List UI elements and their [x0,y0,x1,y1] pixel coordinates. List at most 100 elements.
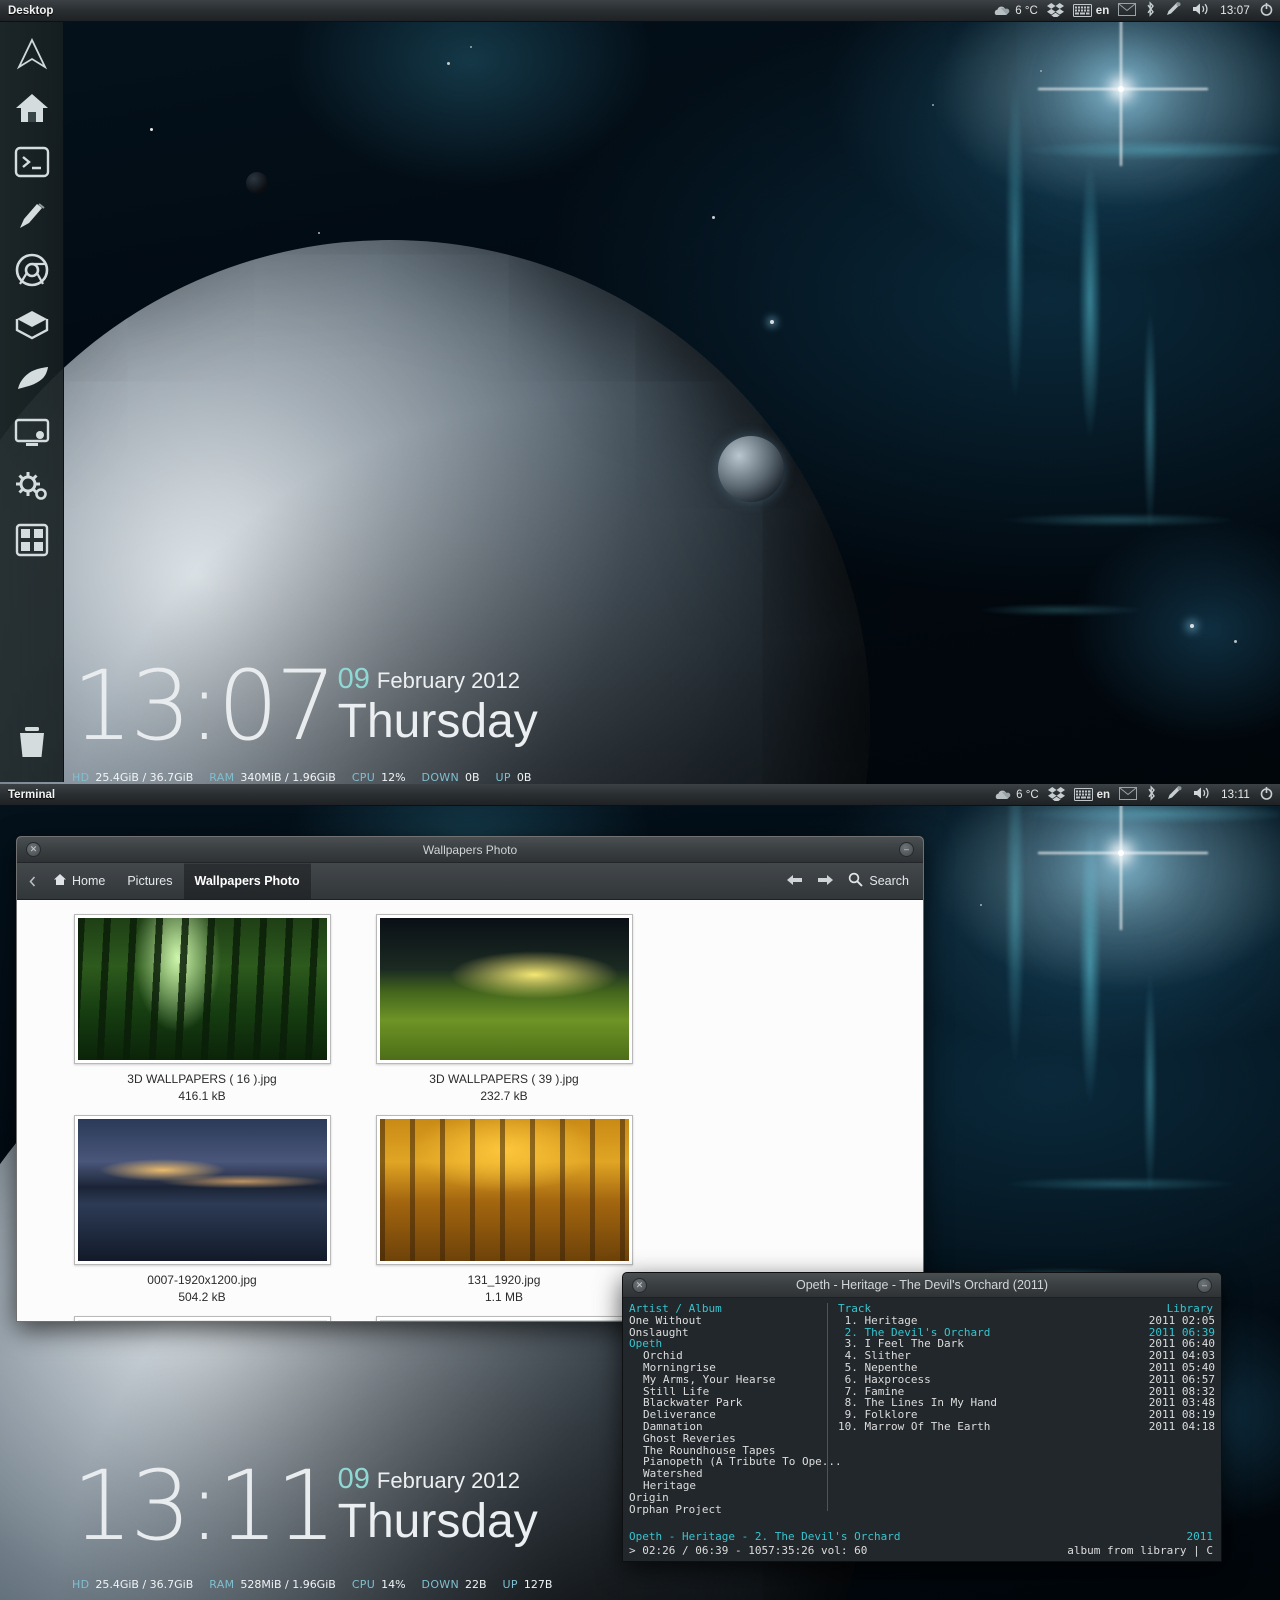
keyboard-icon [1072,4,1092,17]
file-item[interactable]: 3D WALLPAPERS ( 16 ).jpg 416.1 kB [51,914,353,1103]
artist-list-item[interactable]: Orphan Project [629,1503,827,1516]
minimize-icon[interactable]: – [899,842,914,857]
artist-list-item[interactable]: My Arms, Your Hearse [629,1373,827,1386]
track-list-item[interactable]: 1. Heritage 2011 02:05 [838,1314,1215,1327]
top-panel-1[interactable]: Desktop 6 °C en 13:07 [0,0,1280,22]
file-manager-content[interactable]: 3D WALLPAPERS ( 16 ).jpg 416.1 kB 3D WALLP… [17,900,923,1321]
dock-item-trash[interactable] [10,720,54,764]
track-title: 6. Haxprocess [838,1372,931,1386]
pen-icon[interactable] [1165,1,1183,20]
dock-item-compass[interactable] [10,32,54,76]
pen-icon[interactable] [1166,785,1184,804]
search-button[interactable]: Search [848,872,909,890]
track-meta: 2011 06:57 [1148,1372,1215,1386]
weather-indicator[interactable]: 6 °C [992,4,1038,18]
panel-clock-2[interactable]: 13:11 [1221,789,1250,801]
track-list-item[interactable]: 5. Nepenthe 2011 05:40 [838,1362,1215,1374]
file-item[interactable]: 3D WALLPAPERS ( 39 ).jpg 232.7 kB [353,914,655,1103]
artist-list[interactable]: One Without Onslaught Opeth Orchid Morningri… [629,1314,842,1516]
file-name: 131_1920.jpg [467,1273,541,1287]
music-player-window[interactable]: ✕ Opeth - Heritage - The Devil's Orchard… [622,1272,1222,1562]
dock-item-terminal[interactable] [10,140,54,184]
file-manager-toolbar[interactable]: Home Pictures Wallpapers Photo Search [17,863,923,900]
pathbar-scroll-left-icon[interactable] [23,863,42,899]
dropbox-icon[interactable] [1047,786,1065,804]
volume-icon[interactable] [1192,2,1211,19]
dock-item-screenshot[interactable] [10,410,54,454]
bluetooth-icon[interactable] [1146,785,1157,804]
file-manager-toolbar-right[interactable]: Search [786,863,917,899]
track-list-item[interactable]: 10. Marrow Of The Earth 2011 04:18 [838,1421,1215,1433]
top-panel-2[interactable]: Terminal 6 °C en 13:11 [0,784,1280,806]
breadcrumb-home[interactable]: Home [42,863,116,899]
track-list[interactable]: 1. Heritage 2011 02:05 2. The Devil's Orc… [838,1314,1215,1433]
file-grid[interactable]: 3D WALLPAPERS ( 16 ).jpg 416.1 kB 3D WALLP… [17,914,923,1321]
file-item[interactable]: 133_1920.jpg361.9 kB [51,1316,353,1321]
file-thumbnail-frame[interactable] [73,914,331,1064]
forward-arrow-icon[interactable] [817,873,834,890]
power-icon[interactable] [1259,786,1274,804]
file-name: 3D WALLPAPERS ( 16 ).jpg [127,1072,277,1086]
music-player-body[interactable]: Artist / Album One Without Onslaught Opeth… [623,1298,1221,1561]
bluetooth-icon[interactable] [1145,1,1156,20]
application-dock[interactable] [0,22,64,782]
keyboard-layout-indicator-2[interactable]: en [1073,788,1110,801]
dock-item-gimp[interactable] [10,194,54,238]
dock-item-home-folder[interactable] [10,86,54,130]
panel-window-title[interactable]: Desktop [0,5,53,17]
back-arrow-icon[interactable] [786,873,803,890]
file-manager-window[interactable]: ✕ Wallpapers Photo – Home Pictures Wallp… [16,836,924,1322]
file-size: 1.1 MB [484,1290,523,1304]
file-thumbnail-frame[interactable] [375,1115,633,1265]
file-size: 232.7 kB [480,1089,528,1103]
dock-item-chromium[interactable] [10,248,54,292]
breadcrumb-pictures[interactable]: Pictures [116,863,183,899]
artist-list-item[interactable]: One Without [629,1314,827,1327]
file-thumbnail-frame[interactable] [73,1115,331,1265]
mail-icon[interactable] [1118,2,1137,19]
stat-value-ram: 528MiB / 1.96GiB [240,1578,336,1591]
now-playing-year: 2011 [1186,1530,1214,1544]
dock-item-applications-grid[interactable] [10,518,54,562]
music-player-title: Opeth - Heritage - The Devil's Orchard (… [795,1278,1049,1292]
close-icon[interactable]: ✕ [632,1277,647,1293]
conky-day-2: 09 [337,1463,370,1496]
file-thumbnail-frame[interactable] [375,914,633,1064]
panel-clock[interactable]: 13:07 [1220,5,1250,17]
dropbox-icon[interactable] [1046,2,1064,20]
keyboard-layout-indicator[interactable]: en [1072,4,1109,17]
close-icon[interactable]: ✕ [26,842,41,857]
volume-icon[interactable] [1193,786,1212,803]
artist-list-item[interactable]: Morningrise [629,1362,827,1374]
artist-list-item[interactable]: Damnation [629,1421,827,1433]
stat-label-ram: RAM [209,1578,235,1591]
file-item[interactable]: 0007-1920x1200.jpg 504.2 kB [51,1115,353,1304]
weather-indicator-2[interactable]: 6 °C [993,788,1039,802]
artist-list-item[interactable]: Heritage [629,1480,827,1492]
track-meta: 2011 04:18 [1148,1419,1215,1433]
dock-item-archive-box[interactable] [10,302,54,346]
mail-icon[interactable] [1119,786,1138,803]
artist-album-column[interactable]: Artist / Album One Without Onslaught Opeth… [629,1303,842,1515]
dock-item-settings[interactable] [10,464,54,508]
breadcrumb-wallpapers-photo[interactable]: Wallpapers Photo [183,863,311,899]
panel-window-title-2[interactable]: Terminal [0,789,55,801]
dock-item-feather[interactable] [10,356,54,400]
file-thumbnail-frame[interactable] [375,1316,633,1321]
stat-value-hd: 25.4GiB / 36.7GiB [95,1578,194,1591]
file-manager-titlebar[interactable]: ✕ Wallpapers Photo – [17,837,923,863]
temperature-label: 6 °C [1015,4,1038,17]
breadcrumb-home-label: Home [72,874,106,888]
file-item[interactable] [353,1316,655,1321]
file-item[interactable]: 131_1920.jpg 1.1 MB [353,1115,655,1304]
file-thumbnail-frame[interactable] [73,1316,331,1321]
track-column[interactable]: Track 1. Heritage 2011 02:05 2. The Devil… [827,1303,1215,1511]
music-player-titlebar[interactable]: ✕ Opeth - Heritage - The Devil's Orchard… [623,1273,1221,1298]
minimize-icon[interactable]: – [1197,1277,1212,1293]
artist-list-item[interactable]: Origin [629,1491,827,1504]
system-tray-1[interactable]: 6 °C en 13:07 [992,1,1280,20]
power-icon[interactable] [1259,2,1274,20]
system-tray-2[interactable]: 6 °C en 13:11 [993,785,1280,804]
artist-list-item[interactable]: Ghost Reveries [629,1432,827,1445]
track-list-item[interactable]: 6. Haxprocess 2011 06:57 [838,1372,1215,1386]
